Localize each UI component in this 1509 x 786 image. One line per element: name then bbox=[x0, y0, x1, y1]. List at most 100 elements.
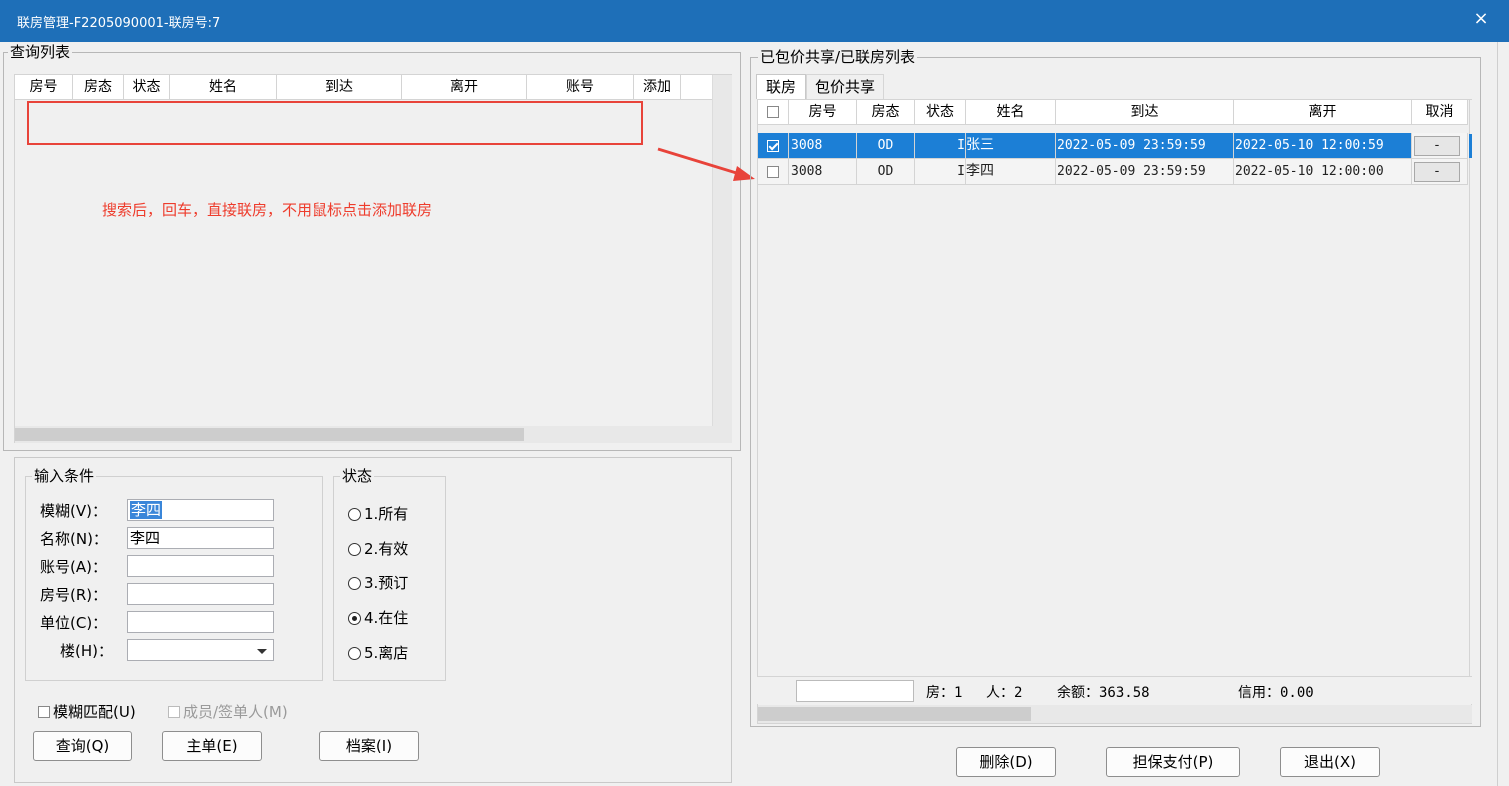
room-state-cell: OD bbox=[857, 133, 915, 159]
row-checkbox-cell[interactable] bbox=[758, 159, 789, 185]
status-cell: I bbox=[915, 133, 966, 159]
column-header[interactable]: 房号 bbox=[789, 100, 857, 125]
people-count: 人：2 bbox=[986, 685, 1023, 701]
column-header[interactable]: 房态 bbox=[857, 100, 915, 125]
column-header[interactable]: 账号 bbox=[527, 75, 634, 100]
close-icon[interactable]: × bbox=[1471, 8, 1491, 29]
unit-input[interactable] bbox=[127, 611, 274, 633]
fuzzy-match-checkbox[interactable]: 模糊匹配(U) bbox=[38, 701, 136, 722]
radio-icon bbox=[348, 507, 361, 521]
balance-value: 余额：363.58 bbox=[1057, 685, 1150, 701]
checkbox-icon bbox=[168, 705, 180, 718]
column-header[interactable]: 到达 bbox=[277, 75, 402, 100]
table-row[interactable]: 3008 OD I 张三 2022-05-09 23:59:59 2022-05… bbox=[758, 133, 1468, 159]
row-checkbox-cell[interactable] bbox=[758, 133, 789, 159]
radio-label: 1.所有 bbox=[364, 505, 409, 523]
name-cell: 李四 bbox=[966, 159, 1056, 185]
horizontal-scrollbar[interactable] bbox=[758, 705, 1472, 723]
master-button[interactable]: 主单(E) bbox=[162, 731, 262, 761]
query-button[interactable]: 查询(Q) bbox=[33, 731, 132, 761]
account-input[interactable] bbox=[127, 555, 274, 577]
status-radio-in-house[interactable]: 4.在住 bbox=[348, 609, 408, 627]
select-all-checkbox[interactable] bbox=[767, 106, 779, 118]
vertical-scrollbar-thumb[interactable] bbox=[1469, 134, 1472, 158]
status-radio-all[interactable]: 1.所有 bbox=[348, 505, 408, 523]
column-header[interactable]: 到达 bbox=[1056, 100, 1234, 125]
column-header[interactable]: 添加 bbox=[634, 75, 681, 100]
radio-icon bbox=[348, 576, 361, 590]
annotation-text: 搜索后，回车，直接联房，不用鼠标点击添加联房 bbox=[102, 201, 433, 219]
status-radio-checked-out[interactable]: 5.离店 bbox=[348, 644, 408, 662]
members-label: 成员/签单人(M) bbox=[183, 703, 288, 721]
column-header[interactable]: 状态 bbox=[124, 75, 170, 100]
annotation-highlight-box bbox=[27, 101, 643, 145]
fuzzy-label: 模糊(V)： bbox=[40, 502, 107, 520]
room-state-cell: OD bbox=[857, 159, 915, 185]
chevron-down-icon[interactable] bbox=[257, 649, 267, 654]
column-header[interactable]: 房态 bbox=[73, 75, 124, 100]
query-grid-header: 房号 房态 状态 姓名 到达 离开 账号 添加 bbox=[15, 75, 712, 100]
guarantee-payment-button[interactable]: 担保支付(P) bbox=[1106, 747, 1240, 777]
members-checkbox: 成员/签单人(M) bbox=[168, 701, 288, 722]
arrive-cell: 2022-05-09 23:59:59 bbox=[1056, 133, 1234, 159]
checkbox-icon bbox=[38, 705, 50, 718]
account-label: 账号(A)： bbox=[40, 558, 107, 576]
room-cell: 3008 bbox=[789, 159, 857, 185]
delete-button[interactable]: 删除(D) bbox=[956, 747, 1056, 777]
name-cell: 张三 bbox=[966, 133, 1056, 159]
credit-value: 信用：0.00 bbox=[1238, 685, 1314, 701]
query-list-label: 查询列表 bbox=[8, 43, 73, 61]
radio-label: 4.在住 bbox=[364, 609, 409, 627]
select-all-header[interactable] bbox=[758, 100, 789, 125]
input-conditions-label: 输入条件 bbox=[32, 467, 97, 485]
row-checkbox-checked[interactable] bbox=[767, 139, 779, 152]
linked-grid-header: 房号 房态 状态 姓名 到达 离开 取消 bbox=[758, 100, 1468, 125]
status-group-label: 状态 bbox=[340, 467, 375, 485]
cancel-cell: - bbox=[1412, 159, 1468, 185]
linked-rooms-grid[interactable]: 房号 房态 状态 姓名 到达 离开 取消 3008 OD I 张三 2022-0… bbox=[757, 99, 1472, 724]
room-cell: 3008 bbox=[789, 133, 857, 159]
column-header[interactable]: 离开 bbox=[1234, 100, 1412, 125]
table-row[interactable]: 3008 OD I 李四 2022-05-09 23:59:59 2022-05… bbox=[758, 159, 1468, 185]
column-header[interactable]: 姓名 bbox=[170, 75, 277, 100]
exit-button[interactable]: 退出(X) bbox=[1280, 747, 1380, 777]
room-input[interactable] bbox=[127, 583, 274, 605]
building-select[interactable] bbox=[127, 639, 274, 661]
annotation-arrow-icon bbox=[657, 147, 755, 181]
unit-label: 单位(C)： bbox=[40, 614, 108, 632]
column-header[interactable]: 状态 bbox=[915, 100, 966, 125]
title-bar: 联房管理-F2205090001-联房号:7 × bbox=[0, 0, 1509, 42]
vertical-scrollbar[interactable] bbox=[712, 75, 732, 426]
depart-cell: 2022-05-10 12:00:00 bbox=[1234, 159, 1412, 185]
status-radio-reserved[interactable]: 3.预订 bbox=[348, 574, 408, 592]
horizontal-scrollbar[interactable] bbox=[15, 426, 732, 443]
status-cell: I bbox=[915, 159, 966, 185]
tab-package-share[interactable]: 包价共享 bbox=[806, 74, 884, 99]
scrollbar-thumb[interactable] bbox=[15, 428, 524, 441]
window-right-edge bbox=[1497, 42, 1509, 786]
cancel-row-button[interactable]: - bbox=[1414, 136, 1460, 156]
archive-button[interactable]: 档案(I) bbox=[319, 731, 419, 761]
fuzzy-input-value: 李四 bbox=[130, 501, 163, 519]
vertical-scrollbar[interactable] bbox=[1469, 100, 1472, 676]
row-checkbox[interactable] bbox=[767, 165, 779, 178]
quick-search-input[interactable] bbox=[796, 680, 914, 702]
fuzzy-input[interactable]: 李四 bbox=[127, 499, 274, 521]
radio-icon bbox=[348, 542, 361, 556]
tab-linked-rooms[interactable]: 联房 bbox=[756, 74, 806, 99]
column-header[interactable]: 离开 bbox=[402, 75, 527, 100]
name-input[interactable]: 李四 bbox=[127, 527, 274, 549]
linked-rooms-label: 已包价共享/已联房列表 bbox=[758, 48, 918, 66]
depart-cell: 2022-05-10 12:00:59 bbox=[1234, 133, 1412, 159]
radio-label: 2.有效 bbox=[364, 540, 409, 558]
status-radio-valid[interactable]: 2.有效 bbox=[348, 540, 408, 558]
column-header[interactable]: 房号 bbox=[15, 75, 73, 100]
cancel-row-button[interactable]: - bbox=[1414, 162, 1460, 182]
radio-icon bbox=[348, 646, 361, 660]
arrive-cell: 2022-05-09 23:59:59 bbox=[1056, 159, 1234, 185]
radio-label: 3.预订 bbox=[364, 574, 409, 592]
column-header[interactable]: 取消 bbox=[1412, 100, 1468, 125]
scrollbar-thumb[interactable] bbox=[758, 707, 1031, 721]
column-header[interactable]: 姓名 bbox=[966, 100, 1056, 125]
window-title: 联房管理-F2205090001-联房号:7 bbox=[17, 16, 221, 31]
